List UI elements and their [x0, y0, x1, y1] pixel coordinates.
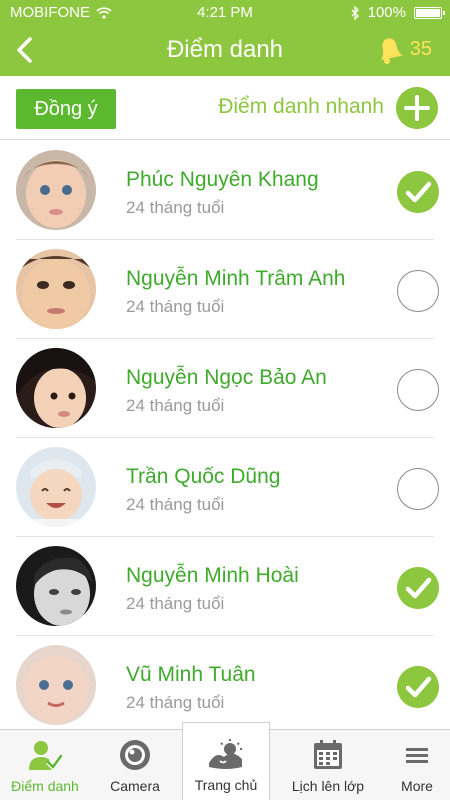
- calendar-icon: [314, 740, 342, 769]
- student-list: Phúc Nguyên Khang 24 tháng tuổi Nguyễn M…: [0, 141, 450, 729]
- student-row[interactable]: Nguyễn Minh Trâm Anh 24 tháng tuổi: [0, 240, 450, 339]
- avatar: [16, 645, 96, 725]
- tab-home[interactable]: Trang chủ: [182, 722, 270, 800]
- avatar: [16, 447, 96, 527]
- student-name: Nguyễn Ngọc Bảo An: [126, 366, 327, 389]
- tab-label: Lịch lên lớp: [291, 778, 365, 794]
- menu-icon: [406, 748, 428, 763]
- student-age: 24 tháng tuổi: [126, 396, 225, 415]
- student-row[interactable]: Vũ Minh Tuân 24 tháng tuổi: [0, 636, 450, 729]
- student-name: Phúc Nguyên Khang: [126, 168, 319, 191]
- bluetooth-icon: [351, 5, 359, 20]
- action-bar: Đồng ý Điểm danh nhanh: [0, 76, 450, 140]
- checked-icon[interactable]: [397, 171, 439, 213]
- tab-bar: Điểm danh Camera Trang chủ Lịch lên lớp …: [0, 722, 450, 800]
- camera-icon: [120, 740, 150, 770]
- agree-button[interactable]: Đồng ý: [16, 89, 116, 129]
- tab-label: Điểm danh: [11, 778, 79, 794]
- tab-label: Trang chủ: [194, 777, 258, 793]
- tab-label: Camera: [110, 778, 160, 794]
- status-bar: MOBIFONE 4:21 PM 100%: [0, 0, 450, 24]
- quick-attendance-label[interactable]: Điểm danh nhanh: [218, 95, 384, 119]
- battery-icon: [414, 6, 445, 19]
- student-row[interactable]: Phúc Nguyên Khang 24 tháng tuổi: [0, 141, 450, 240]
- student-row[interactable]: Nguyễn Ngọc Bảo An 24 tháng tuổi: [0, 339, 450, 438]
- tab-attendance[interactable]: Điểm danh: [0, 730, 90, 800]
- tab-more[interactable]: More: [384, 730, 450, 800]
- checked-icon[interactable]: [397, 666, 439, 708]
- bell-icon: [380, 38, 403, 64]
- student-age: 24 tháng tuổi: [126, 198, 225, 217]
- home-icon: [209, 739, 242, 769]
- tab-schedule[interactable]: Lịch lên lớp: [272, 730, 384, 800]
- student-row[interactable]: Nguyễn Minh Hoài 24 tháng tuổi: [0, 537, 450, 636]
- unchecked-icon[interactable]: [397, 468, 439, 510]
- student-name: Nguyễn Minh Hoài: [126, 564, 299, 587]
- unchecked-icon[interactable]: [397, 270, 439, 312]
- student-name: Nguyễn Minh Trâm Anh: [126, 267, 346, 290]
- student-row[interactable]: Trần Quốc Dũng 24 tháng tuổi: [0, 438, 450, 537]
- avatar: [16, 348, 96, 428]
- nav-bar: Điểm danh 35: [0, 24, 450, 76]
- battery-percent: 100%: [367, 4, 406, 21]
- tab-label: More: [401, 778, 433, 794]
- add-icon[interactable]: [396, 87, 438, 129]
- student-name: Vũ Minh Tuân: [126, 663, 256, 686]
- unchecked-icon[interactable]: [397, 369, 439, 411]
- checked-icon[interactable]: [397, 567, 439, 609]
- student-age: 24 tháng tuổi: [126, 297, 225, 316]
- student-age: 24 tháng tuổi: [126, 594, 225, 613]
- student-name: Trần Quốc Dũng: [126, 465, 281, 488]
- avatar: [16, 150, 96, 230]
- student-age: 24 tháng tuổi: [126, 693, 225, 712]
- tab-camera[interactable]: Camera: [90, 730, 180, 800]
- avatar: [16, 249, 96, 329]
- attendance-icon: [29, 741, 62, 771]
- notification-count: 35: [409, 37, 432, 60]
- student-age: 24 tháng tuổi: [126, 495, 225, 514]
- notification-button[interactable]: 35: [374, 34, 432, 64]
- avatar: [16, 546, 96, 626]
